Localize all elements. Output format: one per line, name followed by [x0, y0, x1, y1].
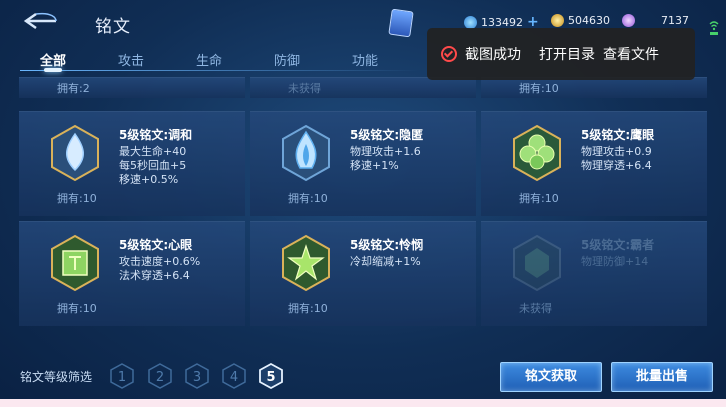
hex-gem-icon: [513, 234, 561, 292]
owned-count: 拥有:10: [288, 302, 328, 315]
gold-coin-icon: [551, 14, 564, 27]
page-title: 铭文: [95, 17, 131, 37]
open-folder-link[interactable]: 打开目录: [539, 44, 595, 64]
rune-stat: 移速+0.5%: [119, 173, 179, 186]
rune-card[interactable]: 5级铭文:鹰眼 物理攻击+0.9 物理穿透+6.4 拥有:10: [481, 111, 707, 216]
tab-health[interactable]: 生命: [196, 50, 222, 69]
resource-gold: 504630: [551, 14, 610, 27]
purple-crystal-icon: [622, 14, 635, 27]
level-filter-label: 铭文等级筛选: [20, 370, 93, 384]
owned-count: 未获得: [519, 302, 552, 315]
bottom-strip: [0, 399, 726, 407]
rune-name: 5级铭文:心眼: [119, 238, 193, 252]
toast-message: 截图成功: [465, 47, 521, 63]
resource-crystal: 7137: [622, 14, 689, 27]
level-number: 5: [266, 370, 275, 385]
owned-count: 拥有:10: [519, 82, 559, 95]
rune-stat: 物理穿透+6.4: [581, 159, 652, 172]
tab-attack[interactable]: 攻击: [118, 50, 144, 69]
rune-stat: 法术穿透+6.4: [119, 269, 190, 282]
rune-card[interactable]: 5级铭文:怜悯 冷却缩减+1% 拥有:10: [250, 221, 476, 326]
rune-stat: 冷却缩减+1%: [350, 255, 421, 268]
rune-card[interactable]: 5级铭文:隐匿 物理攻击+1.6 移速+1% 拥有:10: [250, 111, 476, 216]
active-tab-indicator: [44, 68, 62, 72]
rune-card[interactable]: 5级铭文:调和 最大生命+40 每5秒回血+5 移速+0.5% 拥有:10: [19, 111, 245, 216]
card-book-icon[interactable]: [388, 8, 414, 38]
level-filter-3[interactable]: 3: [185, 363, 209, 389]
wifi-icon: [709, 21, 719, 35]
back-arrow-icon[interactable]: [22, 10, 60, 32]
star-gem-icon: [282, 234, 330, 292]
rune-card-partial[interactable]: 未获得: [250, 77, 476, 98]
resource-value: 133492: [481, 15, 523, 29]
rune-name: 5级铭文:隐匿: [350, 128, 424, 142]
rune-stat: 移速+1%: [350, 159, 399, 172]
tab-all[interactable]: 全部: [40, 50, 66, 69]
owned-count: 拥有:10: [57, 192, 97, 205]
rune-stat: 最大生命+40: [119, 145, 187, 158]
level-number: 2: [156, 370, 164, 385]
view-file-link[interactable]: 查看文件: [603, 44, 659, 64]
flame-gem-icon: [282, 124, 330, 182]
rune-name: 5级铭文:调和: [119, 128, 193, 142]
rune-card-partial[interactable]: 拥有:10: [481, 77, 707, 98]
rune-name: 5级铭文:鹰眼: [581, 128, 655, 142]
rune-name: 5级铭文:怜悯: [350, 238, 424, 252]
level-filter-1[interactable]: 1: [110, 363, 134, 389]
rune-name: 5级铭文:霸者: [581, 238, 655, 252]
resource-value: 7137: [661, 14, 689, 27]
rune-stat: 物理防御+14: [581, 255, 649, 268]
level-number: 1: [118, 370, 126, 385]
tab-underline: [20, 70, 420, 71]
rune-obtain-button[interactable]: 铭文获取: [500, 362, 602, 392]
owned-count: 拥有:10: [519, 192, 559, 205]
bulk-sell-button[interactable]: 批量出售: [611, 362, 713, 392]
resource-value: 504630: [568, 14, 610, 27]
owned-count: 拥有:10: [57, 302, 97, 315]
owned-count: 未获得: [288, 82, 321, 95]
level-filter-2[interactable]: 2: [148, 363, 172, 389]
rune-card-locked[interactable]: 5级铭文:霸者 物理防御+14 未获得: [481, 221, 707, 326]
owned-count: 拥有:10: [288, 192, 328, 205]
screenshot-toast: 截图成功 打开目录 查看文件: [427, 28, 695, 80]
tab-defense[interactable]: 防御: [274, 50, 300, 69]
owned-count: 拥有:2: [57, 82, 90, 95]
rune-stat: 攻击速度+0.6%: [119, 255, 201, 268]
level-filter-4[interactable]: 4: [222, 363, 246, 389]
clover-gem-icon: [513, 124, 561, 182]
level-filter-5[interactable]: 5: [259, 363, 283, 389]
rune-stat: 物理攻击+1.6: [350, 145, 421, 158]
square-gem-icon: [51, 234, 99, 292]
level-number: 4: [230, 370, 238, 385]
tab-function[interactable]: 功能: [352, 50, 378, 69]
rune-card-partial[interactable]: 拥有:2: [19, 77, 245, 98]
rune-stat: 物理攻击+0.9: [581, 145, 652, 158]
level-number: 3: [193, 370, 201, 385]
rune-card[interactable]: 5级铭文:心眼 攻击速度+0.6% 法术穿透+6.4 拥有:10: [19, 221, 245, 326]
teardrop-gem-icon: [51, 124, 99, 182]
check-circle-icon: [441, 46, 457, 62]
rune-stat: 每5秒回血+5: [119, 159, 187, 172]
blue-gem-icon: [464, 15, 477, 29]
